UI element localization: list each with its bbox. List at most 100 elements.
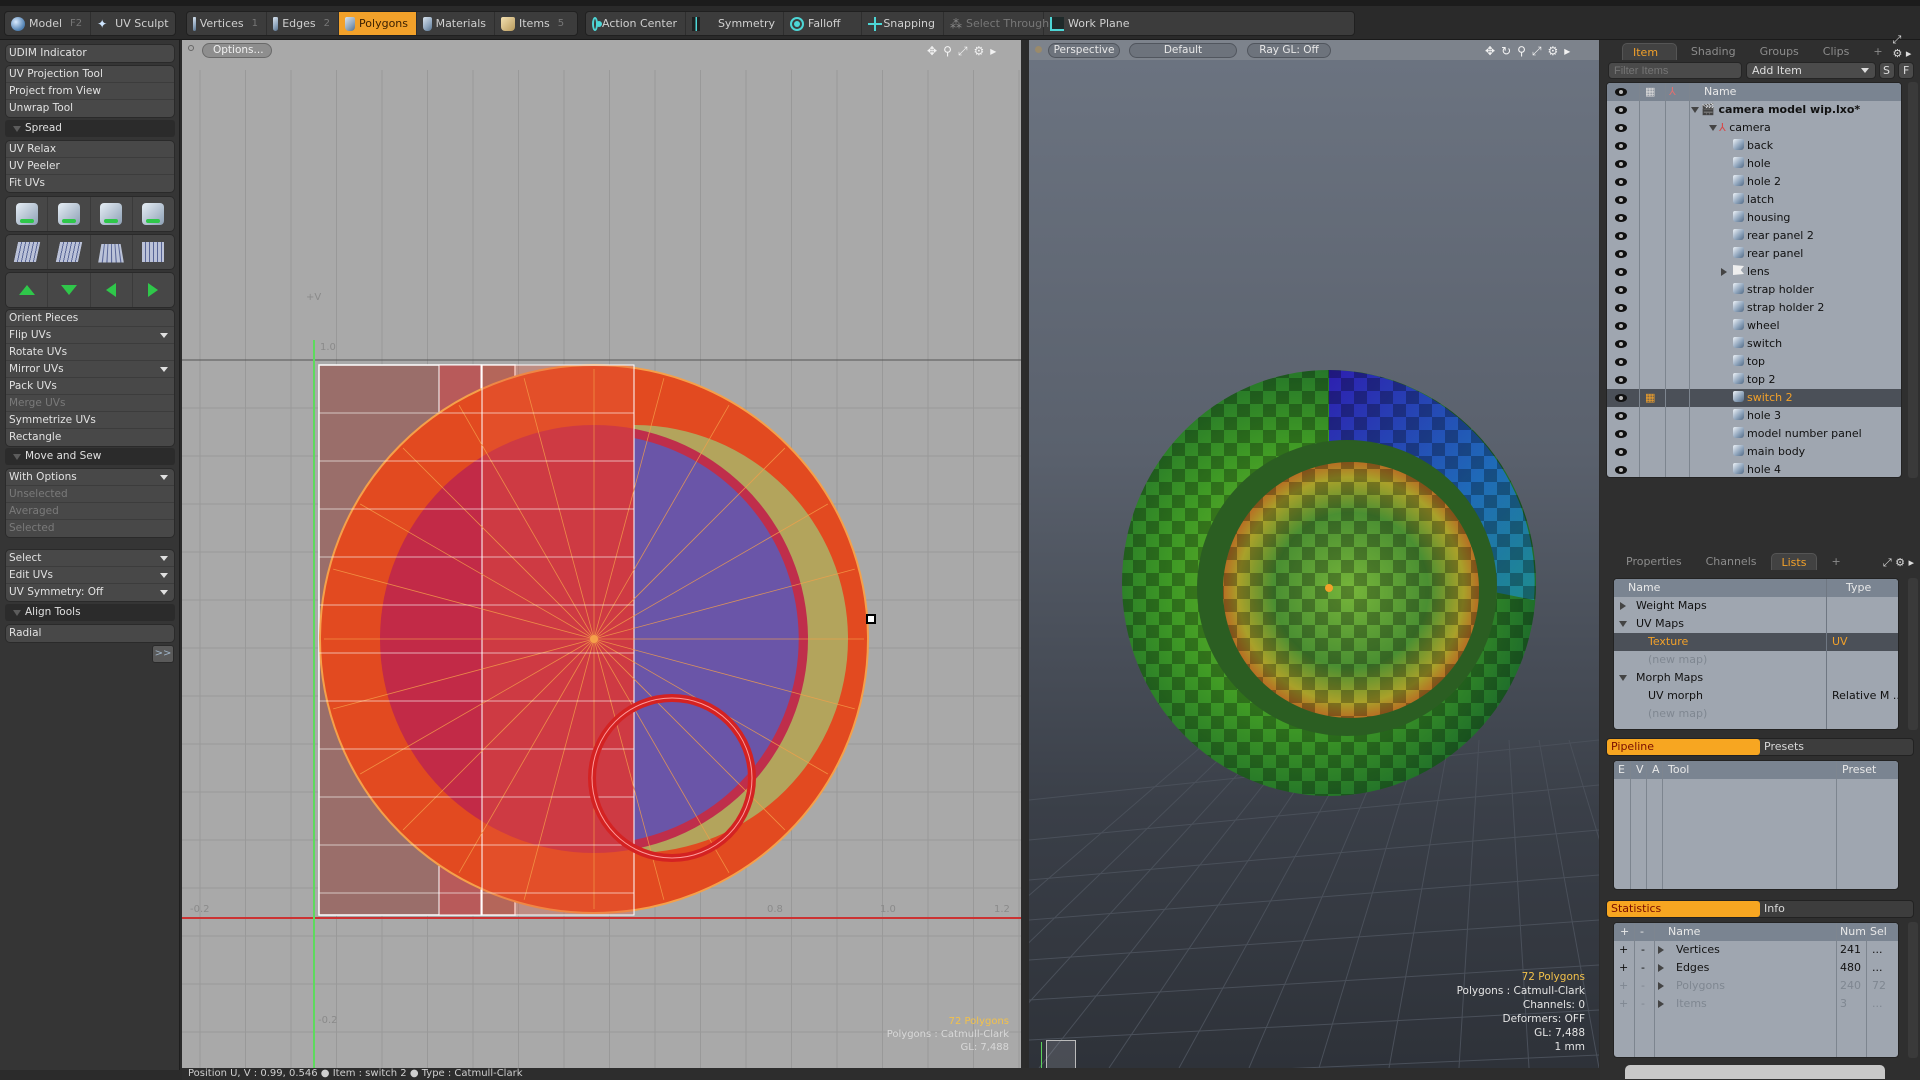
maximize-icon[interactable]: ⤢ [958, 44, 968, 59]
align-right-button[interactable] [133, 273, 174, 307]
remove-from-selection-button[interactable]: - [1641, 959, 1645, 977]
rotate-uv-button[interactable] [48, 197, 91, 231]
project-from-view-button[interactable]: Project from View [6, 83, 174, 100]
align-tools-section-header[interactable]: Align Tools [5, 604, 175, 621]
scale-uv-button[interactable] [91, 197, 133, 231]
flip-uvs-dropdown[interactable]: Flip UVs [6, 327, 174, 344]
uv-viewport[interactable]: Options... ✥ ⚲ ⤢ ⚙ ▸ +V 1.0 -0.2 0.8 1.0… [182, 40, 1025, 1068]
edit-uvs-dropdown[interactable]: Edit UVs [6, 567, 174, 584]
collapse-icon[interactable] [1619, 675, 1627, 681]
move-and-sew-section-header[interactable]: Move and Sew [5, 448, 175, 465]
f-button[interactable]: F [1898, 62, 1914, 79]
align-up-button[interactable] [6, 273, 49, 307]
scene-row[interactable]: 🎬 camera model wip.lxo* [1607, 101, 1901, 119]
item-row[interactable]: hole [1607, 155, 1901, 173]
materials-mode-button[interactable]: Materials [417, 12, 495, 35]
symmetry-button[interactable]: Symmetry [686, 12, 784, 35]
panel-options-icons[interactable]: ⤢ ⚙ ▸ [1893, 33, 1914, 60]
item-row[interactable]: rear panel 2 [1607, 227, 1901, 245]
eye-icon[interactable] [1615, 358, 1627, 366]
rectangle-button[interactable]: Rectangle [6, 429, 174, 446]
item-row[interactable]: hole 4 [1607, 461, 1901, 477]
eye-icon[interactable] [1615, 376, 1627, 384]
add-to-selection-button[interactable]: + [1619, 995, 1628, 1013]
item-row[interactable]: latch [1607, 191, 1901, 209]
tab-info[interactable]: Info [1760, 901, 1913, 917]
mirror-uvs-dropdown[interactable]: Mirror UVs [6, 361, 174, 378]
name-column-header[interactable]: Name [1628, 579, 1660, 597]
uv-relax-button[interactable]: UV Relax [6, 141, 174, 158]
eye-icon[interactable] [1615, 178, 1627, 186]
eye-icon[interactable] [1615, 196, 1627, 204]
eye-icon[interactable] [1615, 430, 1627, 438]
uv-sculpt-button[interactable]: ✦ UV Sculpt [91, 12, 176, 35]
filter-items-input[interactable] [1608, 62, 1742, 79]
statistics-scrollbar[interactable] [1908, 922, 1918, 1058]
3d-viewport[interactable]: Perspective Default Ray GL: Off ✥ ↻ ⚲ ⤢ … [1029, 40, 1599, 1068]
eye-icon[interactable] [1615, 394, 1627, 402]
zoom-icon[interactable]: ⚲ [943, 44, 952, 59]
pack-uvs-button[interactable]: Pack UVs [6, 378, 174, 395]
item-row[interactable]: ▦ switch 2 [1607, 389, 1901, 407]
item-row[interactable]: strap holder 2 [1607, 299, 1901, 317]
eye-icon[interactable] [1615, 412, 1627, 420]
select-dropdown[interactable]: Select [6, 550, 174, 567]
item-row[interactable]: hole 3 [1607, 407, 1901, 425]
tab-groups[interactable]: Groups [1750, 43, 1809, 60]
tab-channels[interactable]: Channels [1696, 553, 1767, 570]
vertices-mode-button[interactable]: Vertices 1 [187, 12, 267, 35]
map-row[interactable]: UV Maps [1614, 615, 1898, 633]
align-down-button[interactable] [48, 273, 91, 307]
item-row[interactable]: lens [1607, 263, 1901, 281]
map-row[interactable]: Texture UV [1614, 633, 1898, 651]
chevron-right-icon[interactable]: ▸ [990, 44, 996, 59]
box-project-button[interactable] [133, 197, 174, 231]
udim-indicator-button[interactable]: UDIM Indicator [6, 45, 174, 62]
item-row[interactable]: top [1607, 353, 1901, 371]
expand-icon[interactable] [1691, 107, 1699, 113]
planar-button[interactable] [48, 235, 91, 269]
unwrap-tool-button[interactable]: Unwrap Tool [6, 100, 174, 117]
add-to-selection-button[interactable]: + [1619, 977, 1628, 995]
statistics-row[interactable]: + - Polygons 240 72 [1614, 977, 1898, 995]
map-row[interactable]: Weight Maps [1614, 597, 1898, 615]
pan-icon[interactable]: ✥ [927, 44, 937, 59]
tab-pipeline[interactable]: Pipeline [1607, 739, 1760, 755]
item-row[interactable]: model number panel [1607, 425, 1901, 443]
eye-icon[interactable] [1615, 340, 1627, 348]
tab-lists[interactable]: Lists [1770, 553, 1818, 570]
add-item-dropdown[interactable]: Add Item [1746, 62, 1876, 79]
statistics-row[interactable]: + - Vertices 241... [1614, 941, 1898, 959]
statistics-row[interactable]: + - Items 3... [1614, 995, 1898, 1013]
add-to-selection-button[interactable]: + [1619, 959, 1628, 977]
action-center-button[interactable]: Action Center [586, 12, 686, 35]
tab-shading[interactable]: Shading [1681, 43, 1746, 60]
item-row[interactable]: switch [1607, 335, 1901, 353]
add-to-selection-button[interactable]: + [1619, 941, 1628, 959]
uv-symmetry-dropdown[interactable]: UV Symmetry: Off [6, 584, 174, 601]
type-column-header[interactable]: Type [1846, 579, 1871, 597]
eye-icon[interactable] [1615, 106, 1627, 114]
expand-icon[interactable] [1721, 268, 1727, 276]
eye-icon[interactable] [1615, 286, 1627, 294]
eye-icon[interactable] [1615, 448, 1627, 456]
tab-statistics[interactable]: Statistics [1607, 901, 1760, 917]
rotate-uvs-button[interactable]: Rotate UVs [6, 344, 174, 361]
align-left-button[interactable] [91, 273, 133, 307]
item-row[interactable]: main body [1607, 443, 1901, 461]
uv-options-button[interactable]: Options... [202, 43, 272, 58]
s-button[interactable]: S [1879, 62, 1895, 79]
tab-properties[interactable]: Properties [1616, 553, 1692, 570]
panel-options-icons[interactable]: ⤢ ⚙ ▸ [1883, 556, 1914, 570]
expand-icon[interactable] [1658, 982, 1664, 990]
item-row[interactable]: strap holder [1607, 281, 1901, 299]
tab-presets[interactable]: Presets [1760, 739, 1913, 755]
transform-uv-button[interactable] [6, 197, 49, 231]
collapse-icon[interactable] [1619, 621, 1627, 627]
add-tab-button[interactable]: + [1821, 553, 1850, 570]
eye-icon[interactable] [1615, 160, 1627, 168]
uv-projection-tool-button[interactable]: UV Projection Tool [6, 66, 174, 83]
eye-icon[interactable] [1615, 268, 1627, 276]
sew-averaged-button[interactable]: Averaged [6, 503, 174, 520]
gear-icon[interactable]: ⚙ [973, 44, 984, 59]
